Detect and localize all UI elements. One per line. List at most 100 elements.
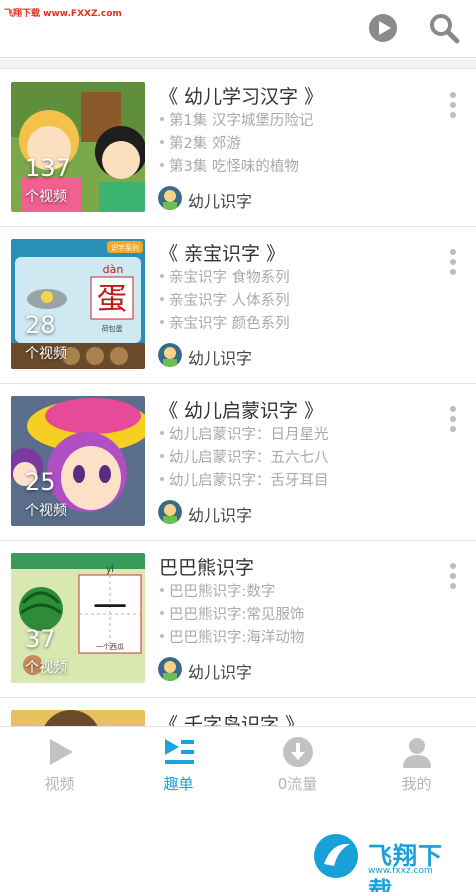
episode-list: 巴巴熊识字:数字 巴巴熊识字:常见服饰 巴巴熊识字:海洋动物 xyxy=(160,581,304,650)
episode-item[interactable]: 第1集 汉字城堡历险记 xyxy=(160,110,313,133)
author-avatar xyxy=(158,500,182,524)
episode-label: 亲宝识字 食物系列 xyxy=(169,270,290,286)
bullet-dot xyxy=(160,297,164,301)
episode-label: 巴巴熊识字:常见服饰 xyxy=(169,607,305,623)
playlist-title[interactable]: 《 幼儿启蒙识字 》 xyxy=(159,396,323,423)
thumb-badge: 识字系列 xyxy=(111,243,139,252)
playlist-item[interactable]: 一 yī 一个西瓜 37 个视频 巴巴熊识字 巴巴熊识字:数字 巴巴熊识字:常见… xyxy=(0,541,476,698)
brand-logo-text: 飞翔下载 xyxy=(368,842,443,892)
bullet-dot xyxy=(160,320,164,324)
playlist-thumbnail[interactable]: 蛋 dàn 荷包蛋 识字系列 28 个视频 xyxy=(11,239,145,369)
playlist-title[interactable]: 《 千字岛识字 》 xyxy=(159,710,304,726)
thumb-caption: 一个西瓜 xyxy=(96,643,124,651)
playlist-thumbnail[interactable]: 25 个视频 xyxy=(11,396,145,526)
tab-label: 0流量 xyxy=(277,775,318,793)
episode-item[interactable]: 幼儿启蒙识字：日月星光 xyxy=(160,424,329,447)
playlist-item[interactable]: 《 千字岛识字 》 xyxy=(0,698,476,726)
playlist-list[interactable]: 137 个视频 《 幼儿学习汉字 》 第1集 汉字城堡历险记 第2集 郊游 第3… xyxy=(0,70,476,726)
bullet-dot xyxy=(160,274,164,278)
bullet-dot xyxy=(160,634,164,638)
video-count: 25 xyxy=(25,468,56,496)
episode-label: 巴巴熊识字:数字 xyxy=(169,584,276,600)
video-count: 28 xyxy=(25,311,56,339)
episode-label: 第1集 汉字城堡历险记 xyxy=(169,113,314,129)
author-avatar xyxy=(158,343,182,367)
author-avatar xyxy=(158,657,182,681)
more-options-icon[interactable] xyxy=(446,563,460,599)
brand-logo-icon xyxy=(314,834,358,878)
playlist-item[interactable]: 25 个视频 《 幼儿启蒙识字 》 幼儿启蒙识字：日月星光 幼儿启蒙识字：五六七… xyxy=(0,384,476,541)
author-name: 幼儿识字 xyxy=(188,192,253,211)
playlist-thumbnail[interactable]: 137 个视频 xyxy=(11,82,145,212)
playlist-title[interactable]: 巴巴熊识字 xyxy=(159,553,254,580)
bullet-dot xyxy=(160,477,164,481)
thumb-character: 一 xyxy=(93,588,127,628)
episode-label: 巴巴熊识字:海洋动物 xyxy=(169,630,305,646)
bullet-dot xyxy=(160,431,164,435)
tab-playlist[interactable]: 趣单 xyxy=(119,727,238,807)
episode-label: 幼儿启蒙识字：舌牙耳目 xyxy=(169,473,329,489)
bullet-dot xyxy=(160,117,164,121)
playlist-thumbnail[interactable]: 一 yī 一个西瓜 37 个视频 xyxy=(11,553,145,683)
episode-label: 幼儿启蒙识字：日月星光 xyxy=(169,427,329,443)
watermark-text: 飞翔下载 www.FXXZ.com xyxy=(4,9,122,19)
play-triangle-icon xyxy=(50,739,73,765)
author-name: 幼儿识字 xyxy=(188,349,253,368)
episode-item[interactable]: 巴巴熊识字:常见服饰 xyxy=(160,604,304,627)
playlist-title[interactable]: 《 亲宝识字 》 xyxy=(159,239,285,266)
download-circle-icon xyxy=(283,737,313,767)
episode-item[interactable]: 第2集 郊游 xyxy=(160,133,313,156)
author-avatar xyxy=(158,186,182,210)
episode-item[interactable]: 亲宝识字 颜色系列 xyxy=(160,313,290,336)
episode-label: 第3集 吃怪味的植物 xyxy=(169,159,299,175)
video-count: 37 xyxy=(25,625,56,653)
tab-zero-data[interactable]: 0流量 xyxy=(238,727,357,807)
video-count-unit: 个视频 xyxy=(25,189,67,205)
tab-label: 我的 xyxy=(401,775,432,793)
play-circle-icon[interactable] xyxy=(366,11,400,45)
author-name: 幼儿识字 xyxy=(188,506,253,525)
video-count-unit: 个视频 xyxy=(25,346,67,362)
tab-video[interactable]: 视频 xyxy=(0,727,119,807)
video-count: 137 xyxy=(25,154,71,182)
brand-logo: 飞翔下载 www.fxxz.com xyxy=(312,832,464,892)
tab-label: 视频 xyxy=(44,775,75,793)
playlist-item[interactable]: 蛋 dàn 荷包蛋 识字系列 28 个视频 《 亲宝识字 》 亲宝识字 食物系列… xyxy=(0,227,476,384)
playlist-title[interactable]: 《 幼儿学习汉字 》 xyxy=(159,82,323,109)
bullet-dot xyxy=(160,611,164,615)
episode-item[interactable]: 亲宝识字 人体系列 xyxy=(160,290,290,313)
episode-list: 幼儿启蒙识字：日月星光 幼儿启蒙识字：五六七八 幼儿启蒙识字：舌牙耳目 xyxy=(160,424,329,493)
thumb-pinyin: yī xyxy=(106,565,114,575)
search-icon[interactable] xyxy=(427,11,461,45)
episode-label: 亲宝识字 颜色系列 xyxy=(169,316,290,332)
episode-label: 第2集 郊游 xyxy=(169,136,241,152)
cartoon-thumbnail-image xyxy=(11,710,145,726)
bullet-dot xyxy=(160,588,164,592)
episode-item[interactable]: 巴巴熊识字:海洋动物 xyxy=(160,627,304,650)
playlist-icon xyxy=(165,739,194,764)
author-name: 幼儿识字 xyxy=(188,663,253,682)
thumb-character: 蛋 xyxy=(97,282,127,317)
thumb-caption: 荷包蛋 xyxy=(102,324,123,333)
more-options-icon[interactable] xyxy=(446,406,460,442)
tab-label: 趣单 xyxy=(163,775,194,793)
more-options-icon[interactable] xyxy=(446,249,460,285)
more-options-icon[interactable] xyxy=(446,92,460,128)
episode-item[interactable]: 幼儿启蒙识字：舌牙耳目 xyxy=(160,470,329,493)
tab-mine[interactable]: 我的 xyxy=(357,727,476,807)
episode-item[interactable]: 第3集 吃怪味的植物 xyxy=(160,156,313,179)
playlist-item[interactable]: 137 个视频 《 幼儿学习汉字 》 第1集 汉字城堡历险记 第2集 郊游 第3… xyxy=(0,70,476,227)
video-count-unit: 个视频 xyxy=(25,660,67,676)
top-bar: 飞翔下载 www.FXXZ.com xyxy=(0,0,476,58)
bullet-dot xyxy=(160,140,164,144)
episode-list: 第1集 汉字城堡历险记 第2集 郊游 第3集 吃怪味的植物 xyxy=(160,110,313,179)
user-icon xyxy=(403,738,431,768)
playlist-thumbnail[interactable] xyxy=(11,710,145,726)
episode-item[interactable]: 巴巴熊识字:数字 xyxy=(160,581,304,604)
thumb-pinyin: dàn xyxy=(103,263,124,276)
bullet-dot xyxy=(160,454,164,458)
episode-item[interactable]: 幼儿启蒙识字：五六七八 xyxy=(160,447,329,470)
episode-item[interactable]: 亲宝识字 食物系列 xyxy=(160,267,290,290)
episode-list: 亲宝识字 食物系列 亲宝识字 人体系列 亲宝识字 颜色系列 xyxy=(160,267,290,336)
bottom-tab-bar: 视频 趣单 0流量 我的 xyxy=(0,726,476,806)
